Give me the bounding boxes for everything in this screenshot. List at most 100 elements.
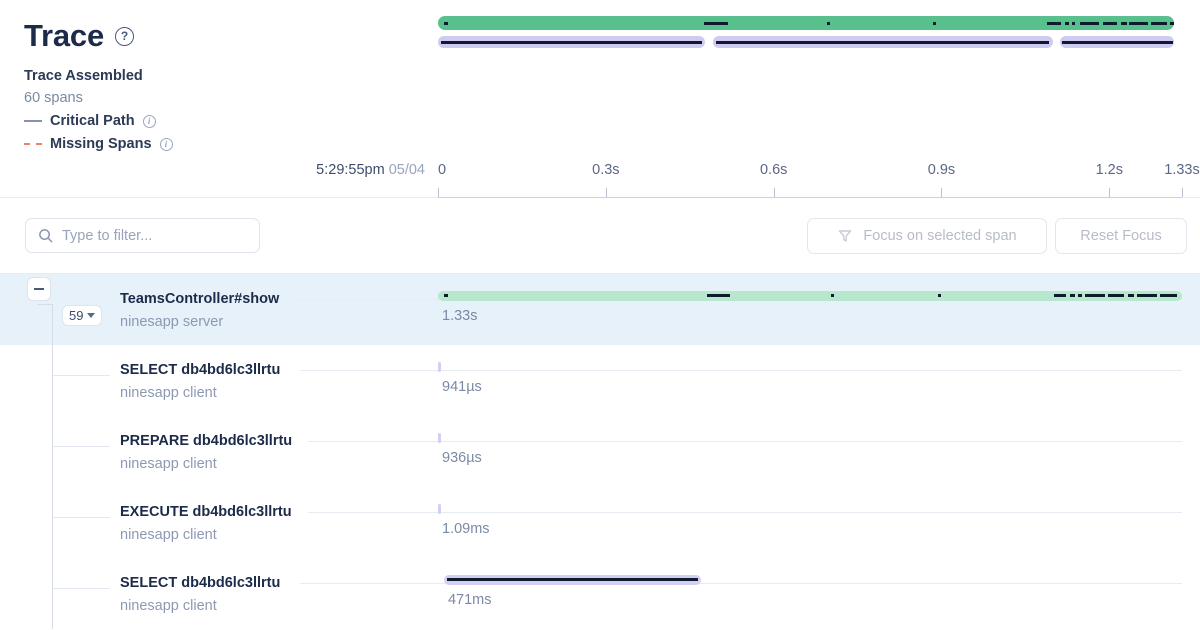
critical-path-segment bbox=[1137, 294, 1156, 297]
axis-tick-label: 0.6s bbox=[760, 162, 787, 178]
span-service: ninesapp client bbox=[120, 385, 217, 401]
span-row[interactable]: EXECUTE db4bd6lc3llrtu ninesapp client 1.0… bbox=[0, 487, 1200, 558]
span-duration-label: 1.09ms bbox=[442, 521, 490, 537]
focus-on-selected-span-button[interactable]: Focus on selected span bbox=[807, 218, 1047, 254]
span-row-baseline bbox=[438, 441, 1182, 442]
tree-connector bbox=[53, 517, 110, 518]
search-icon bbox=[38, 228, 53, 243]
span-duration-bar[interactable] bbox=[438, 362, 441, 372]
critical-path-segment bbox=[1160, 294, 1177, 297]
minimap-critical-path-segment bbox=[1103, 22, 1118, 25]
child-count-label: 59 bbox=[69, 308, 83, 323]
critical-path-segment bbox=[444, 294, 448, 297]
span-duration-bar[interactable] bbox=[438, 504, 441, 514]
child-count-badge[interactable]: 59 bbox=[62, 305, 102, 326]
span-duration-bar[interactable] bbox=[438, 433, 441, 443]
filter-box[interactable] bbox=[25, 218, 260, 253]
span-row[interactable]: PREPARE db4bd6lc3llrtuninesapp client936… bbox=[0, 416, 1200, 487]
minimap-critical-path-segment bbox=[1065, 22, 1069, 25]
span-count: 60 spans bbox=[24, 87, 173, 109]
span-row[interactable]: SELECT db4bd6lc3llrtu ninesapp client 941µ… bbox=[0, 345, 1200, 416]
span-duration-label: 471ms bbox=[448, 592, 492, 608]
span-name-rule bbox=[308, 441, 438, 442]
minus-square-icon[interactable] bbox=[27, 277, 51, 301]
trace-viewer: Trace ? Trace Assembled 60 spans Critica… bbox=[0, 0, 1200, 630]
legend-critical-path: Critical Path i bbox=[24, 110, 173, 132]
critical-path-segment bbox=[1108, 294, 1124, 297]
minimap-critical-path-segment bbox=[1047, 22, 1060, 25]
span-bar-area[interactable]: 1.33s bbox=[438, 274, 1182, 345]
critical-path-segment bbox=[707, 294, 729, 297]
minimap-critical-path-segment bbox=[933, 22, 936, 25]
span-name: SELECT db4bd6lc3llrtu bbox=[120, 362, 280, 378]
axis-tick-label: 0.3s bbox=[592, 162, 619, 178]
critical-path-segment bbox=[1054, 294, 1066, 297]
span-name-rule bbox=[308, 512, 438, 513]
critical-path-line-icon bbox=[24, 120, 42, 122]
trace-header: Trace ? Trace Assembled 60 spans Critica… bbox=[0, 0, 1200, 156]
span-name: EXECUTE db4bd6lc3llrtu bbox=[120, 504, 292, 520]
minimap-root-track bbox=[438, 16, 1174, 30]
question-circle-icon[interactable]: ? bbox=[115, 27, 134, 46]
critical-path-segment bbox=[447, 578, 698, 581]
minimap-segment bbox=[438, 16, 1174, 30]
span-row[interactable]: 59 TeamsController#show ninesapp server 1.3… bbox=[0, 274, 1200, 345]
info-icon[interactable]: i bbox=[143, 115, 156, 128]
span-service: ninesapp client bbox=[120, 527, 217, 543]
axis-tick-label: 1.33s bbox=[1164, 162, 1199, 178]
legend-label: Critical Path bbox=[50, 110, 135, 132]
span-name: PREPARE db4bd6lc3llrtu bbox=[120, 433, 292, 449]
span-duration-label: 941µs bbox=[442, 379, 482, 395]
start-time-text: 5:29:55pm bbox=[316, 162, 385, 178]
reset-button-label: Reset Focus bbox=[1080, 228, 1161, 244]
axis-tick-label: 0.9s bbox=[928, 162, 955, 178]
legend-missing-spans: Missing Spans i bbox=[24, 133, 173, 155]
span-name-rule bbox=[292, 299, 438, 300]
tree-connector bbox=[53, 446, 110, 447]
filter-funnel-icon bbox=[837, 228, 853, 244]
span-row-baseline bbox=[438, 370, 1182, 371]
tree-connector bbox=[53, 375, 110, 376]
span-bar-area[interactable]: 1.09ms bbox=[438, 487, 1182, 558]
span-row[interactable]: SELECT db4bd6lc3llrtuninesapp client471m… bbox=[0, 558, 1200, 629]
critical-path-segment bbox=[1085, 294, 1104, 297]
focus-button-label: Focus on selected span bbox=[863, 228, 1016, 244]
span-bar-area[interactable]: 936µs bbox=[438, 416, 1182, 487]
tree-connector bbox=[53, 588, 110, 589]
search-input[interactable] bbox=[62, 228, 232, 244]
span-list: 59 TeamsController#show ninesapp server 1.3… bbox=[0, 274, 1200, 630]
minimap-critical-path-segment bbox=[1121, 22, 1127, 25]
minimap-critical-path-segment bbox=[1129, 22, 1148, 25]
legend-label: Missing Spans bbox=[50, 133, 152, 155]
span-name: TeamsController#show bbox=[120, 291, 279, 307]
info-icon[interactable]: i bbox=[160, 138, 173, 151]
critical-path-segment bbox=[831, 294, 834, 297]
span-row-baseline bbox=[438, 512, 1182, 513]
span-service: ninesapp server bbox=[120, 314, 223, 330]
minimap-child-track bbox=[438, 36, 1174, 48]
critical-path-segment bbox=[1070, 294, 1075, 297]
axis-ticks: 00.3s0.6s0.9s1.2s1.33s bbox=[438, 158, 1182, 198]
minimap-critical-path-segment bbox=[1062, 41, 1172, 44]
minimap-critical-path-segment bbox=[1080, 22, 1099, 25]
axis-tick-label: 1.2s bbox=[1096, 162, 1123, 178]
span-bar-area[interactable]: 941µs bbox=[438, 345, 1182, 416]
span-service: ninesapp client bbox=[120, 598, 217, 614]
critical-path-segment bbox=[1078, 294, 1082, 297]
missing-spans-line-icon bbox=[24, 143, 42, 145]
trace-meta: Trace Assembled 60 spans Critical Path i… bbox=[24, 66, 173, 155]
reset-focus-button[interactable]: Reset Focus bbox=[1055, 218, 1187, 254]
start-date-text: 05/04 bbox=[389, 162, 425, 178]
trace-minimap[interactable] bbox=[438, 14, 1174, 48]
critical-path-segment bbox=[938, 294, 941, 297]
minimap-critical-path-segment bbox=[704, 22, 728, 25]
timeline-axis: 5:29:55pm05/04 00.3s0.6s0.9s1.2s1.33s bbox=[0, 158, 1200, 198]
page-title-text: Trace bbox=[24, 18, 104, 54]
critical-path-segment bbox=[1128, 294, 1135, 297]
trace-start-time: 5:29:55pm05/04 bbox=[0, 162, 425, 178]
minimap-critical-path-segment bbox=[716, 41, 1049, 44]
minimap-critical-path-segment bbox=[1151, 22, 1167, 25]
span-bar-area[interactable]: 471ms bbox=[438, 558, 1182, 629]
page-title: Trace ? bbox=[24, 18, 134, 54]
minimap-critical-path-segment bbox=[444, 22, 448, 25]
